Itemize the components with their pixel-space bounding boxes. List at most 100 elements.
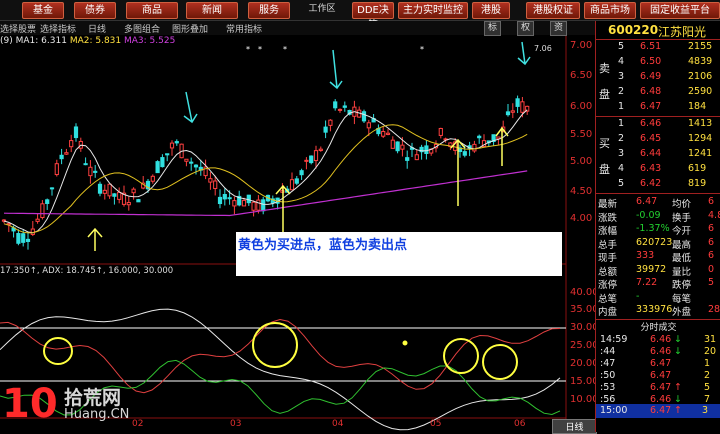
candle-body: [309, 155, 314, 164]
candle-body: [165, 153, 170, 156]
candle-body: [184, 158, 189, 162]
order-level: 1: [618, 118, 625, 129]
overlay-button[interactable]: 图形叠加: [172, 22, 208, 35]
order-price: 6.51: [640, 41, 662, 52]
candle-body: [107, 183, 112, 197]
candle-body: [337, 108, 343, 111]
order-volume: 184: [688, 101, 707, 112]
candle-body: [472, 143, 477, 152]
date-label: 06: [514, 419, 526, 429]
stat-value: -1.37%: [636, 223, 670, 234]
date-label: 02: [132, 419, 144, 429]
stock-name: 江苏阳光: [658, 25, 707, 39]
order-price: 6.44: [640, 148, 662, 159]
candle-body: [462, 151, 467, 156]
order-level: 2: [618, 86, 625, 97]
sell-order-row: 2 6.48 2590: [596, 85, 720, 100]
nav-fixed-income[interactable]: 固定收益平台: [640, 2, 720, 19]
nav-main-monitor[interactable]: 主力实时监控: [398, 2, 468, 19]
stat-value: 5: [708, 277, 715, 288]
candle-body: [49, 187, 55, 190]
svg-text:*: *: [258, 45, 262, 54]
candle-body: [246, 194, 251, 204]
select-indicator-button[interactable]: 选择指标: [40, 22, 76, 35]
order-level: 5: [618, 178, 625, 189]
candle-body: [520, 101, 525, 113]
sell-order-row: 1 6.47 184: [596, 100, 720, 115]
sell-orders: 卖盘 5 6.51 2155 4 6.50 4839 3 6.49 2106 2 6.48 2590 1…: [596, 40, 720, 117]
tick-price: 6.46: [650, 346, 672, 357]
order-level: 4: [618, 56, 625, 67]
candle-body: [241, 199, 247, 207]
candle-body: [318, 148, 323, 151]
candle-body: [117, 191, 122, 200]
candle-body: [385, 132, 391, 135]
nav-fund[interactable]: 基金: [22, 2, 64, 19]
tab-capital[interactable]: 资: [550, 21, 567, 36]
tick-volume: 1: [704, 358, 711, 369]
tick-time: :53: [600, 382, 616, 393]
nav-commodity-market[interactable]: 商品市场: [584, 2, 636, 19]
stock-code: 600220: [608, 23, 659, 37]
svg-text:*: *: [283, 45, 287, 54]
candle-body: [174, 141, 179, 144]
common-indicator-button[interactable]: 常用指标: [226, 22, 262, 35]
candlesticks: [1, 95, 530, 250]
nav-hk-stock[interactable]: 港股: [472, 2, 510, 19]
nav-bond[interactable]: 债券: [74, 2, 116, 19]
daily-period-button[interactable]: 日线: [88, 22, 106, 35]
nav-workspace[interactable]: 工作区: [302, 2, 342, 17]
stat-value: 333: [636, 250, 655, 261]
tick-latest: 15:00 6.47 ↑ 3: [596, 404, 720, 418]
candle-body: [313, 150, 319, 162]
sell-order-row: 4 6.50 4839: [596, 55, 720, 70]
candle-body: [93, 170, 98, 173]
stat-value: 0: [708, 263, 715, 275]
nav-hk-warrant[interactable]: 港股权证: [526, 2, 580, 19]
candle-body: [193, 164, 199, 168]
tab-rights[interactable]: 权: [517, 21, 534, 36]
stat-value: 39972: [636, 263, 667, 275]
candle-body: [69, 140, 74, 148]
indicator-legend: 17.350↑, ADX: 18.745↑, 16.000, 30.000: [0, 266, 174, 276]
stat-value: 7.22: [636, 277, 658, 288]
tick-time: :44: [600, 346, 616, 357]
candle-body: [40, 203, 45, 219]
candle-body: [323, 126, 328, 133]
order-volume: 819: [688, 178, 707, 189]
stat-value: 4.8: [708, 209, 720, 221]
candle-body: [361, 111, 367, 122]
stat-value: 6: [708, 236, 715, 248]
top-navigation: 基金 债券 商品 新闻 服务 工作区 DDE决策 主力实时监控 港股 港股权证 …: [0, 0, 720, 31]
nav-dde[interactable]: DDE决策: [352, 2, 394, 31]
multi-chart-button[interactable]: 多图组合: [124, 22, 160, 35]
watermark-text: 拾荒网: [64, 387, 122, 409]
candle-body: [83, 163, 88, 166]
candle-body: [155, 161, 160, 174]
sell-order-row: 5 6.51 2155: [596, 40, 720, 55]
candle-body: [477, 135, 482, 139]
order-level: 1: [618, 101, 625, 112]
candle-body: [131, 188, 136, 194]
candle-body: [261, 199, 266, 212]
date-label: 03: [230, 419, 242, 429]
price-axis-label: 5.00: [570, 156, 593, 167]
sell-arrows: [183, 41, 531, 124]
watermark-url: Huang.CN: [64, 407, 130, 422]
buy-order-row: 5 6.42 819: [596, 177, 720, 192]
select-stock-button[interactable]: 选择股票: [0, 22, 36, 35]
nav-news[interactable]: 新闻: [186, 2, 238, 19]
stat-key: 内盘: [598, 307, 618, 318]
price-axis-label: 7.00: [570, 40, 593, 51]
nav-service[interactable]: 服务: [248, 2, 290, 19]
quote-panel: 600220 江苏阳光 卖盘 5 6.51 2155 4 6.50 4839 3 6.49 21…: [595, 21, 720, 432]
order-level: 5: [618, 41, 625, 52]
tab-mark[interactable]: 标: [484, 21, 501, 36]
candle-body: [112, 193, 117, 197]
order-level: 3: [618, 148, 625, 159]
price-axis-label: 5.50: [570, 129, 593, 140]
candle-body: [222, 194, 227, 200]
svg-text:*: *: [246, 45, 250, 54]
stat-row: 内盘 333976外盘 286: [596, 303, 720, 318]
nav-commodity[interactable]: 商品: [126, 2, 178, 19]
